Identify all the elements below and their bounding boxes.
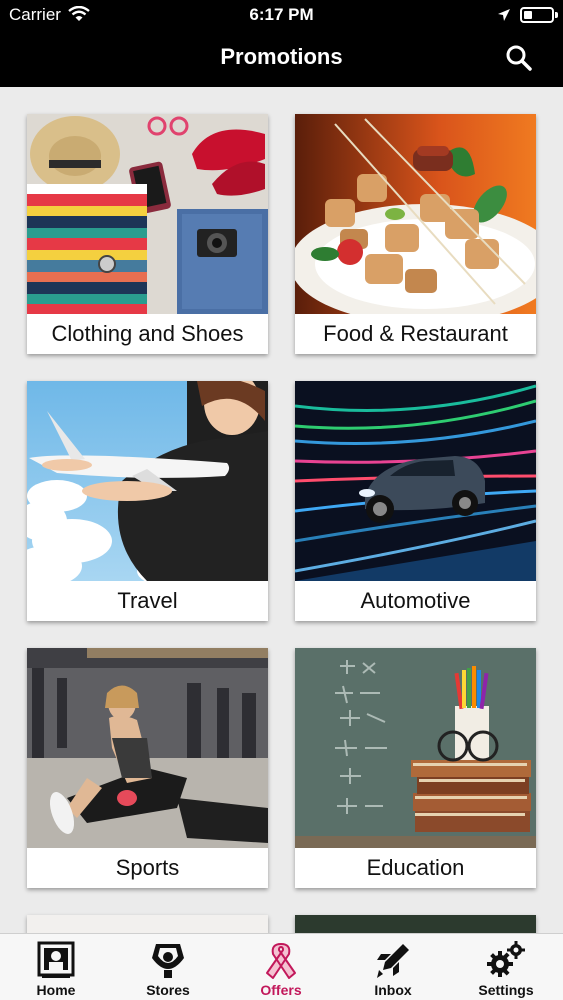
navigation-bar: Promotions <box>0 30 563 87</box>
inbox-icon <box>373 940 413 980</box>
location-arrow-icon <box>497 7 511 27</box>
category-label: Sports <box>115 855 180 880</box>
battery-icon <box>520 7 554 23</box>
tab-stores[interactable]: Stores <box>112 934 224 1000</box>
tab-bar: Home Stores Offers Inbox Settings <box>0 933 563 1000</box>
category-card-partial[interactable] <box>295 915 536 933</box>
home-icon <box>36 940 76 980</box>
tab-label: Offers <box>260 982 302 998</box>
category-label: Travel <box>117 588 178 613</box>
status-bar: Carrier 6:17 PM <box>0 0 563 30</box>
tab-label: Inbox <box>374 982 412 998</box>
tab-settings[interactable]: Settings <box>450 934 562 1000</box>
tab-label: Stores <box>146 982 190 998</box>
tab-offers[interactable]: Offers <box>225 934 337 1000</box>
category-card-clothing[interactable]: Clothing and Shoes <box>27 114 268 354</box>
category-grid: Clothing and Shoes Food & Restaurant Tra… <box>0 87 563 933</box>
battery-tip <box>555 12 558 18</box>
category-card-travel[interactable]: Travel <box>27 381 268 621</box>
category-label: Clothing and Shoes <box>51 321 244 346</box>
tab-home[interactable]: Home <box>0 934 112 1000</box>
category-card-partial[interactable] <box>27 915 268 933</box>
category-card-automotive[interactable]: Automotive <box>295 381 536 621</box>
category-label: Education <box>366 855 465 880</box>
category-label: Food & Restaurant <box>323 321 508 346</box>
category-label: Automotive <box>360 588 471 613</box>
category-card-education[interactable]: Education <box>295 648 536 888</box>
tab-label: Settings <box>478 982 534 998</box>
clock-time: 6:17 PM <box>249 5 314 24</box>
settings-icon <box>486 940 526 980</box>
tab-label: Home <box>36 982 76 998</box>
sports-image <box>27 648 268 848</box>
page-title: Promotions <box>220 44 343 69</box>
clothing-image <box>27 114 268 314</box>
automotive-image <box>295 381 536 581</box>
search-icon[interactable] <box>504 43 534 73</box>
ribbon-icon <box>261 940 301 980</box>
education-image <box>295 648 536 848</box>
category-card-sports[interactable]: Sports <box>27 648 268 888</box>
travel-image <box>27 381 268 581</box>
food-image <box>295 114 536 314</box>
stores-icon <box>148 940 188 980</box>
tab-inbox[interactable]: Inbox <box>337 934 449 1000</box>
category-card-food[interactable]: Food & Restaurant <box>295 114 536 354</box>
